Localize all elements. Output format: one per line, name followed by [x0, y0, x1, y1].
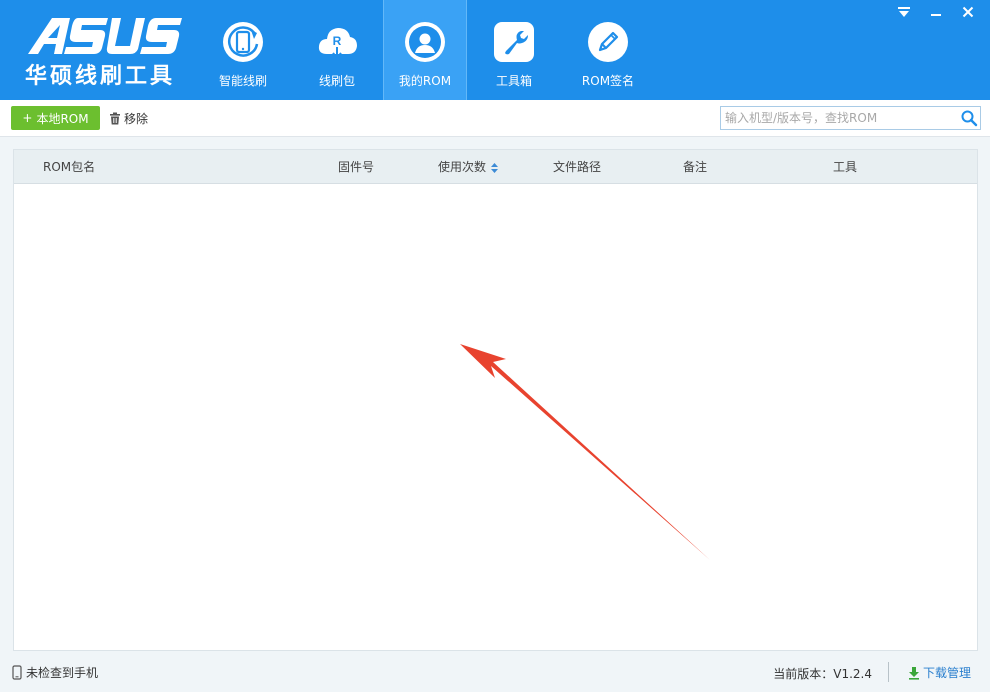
menu-button[interactable]	[890, 3, 918, 21]
toolbar: + 本地ROM 移除	[0, 100, 990, 137]
column-firmware[interactable]: 固件号	[338, 150, 374, 184]
column-usage-count[interactable]: 使用次数	[438, 150, 499, 184]
version-info: 当前版本：V1.2.4	[773, 665, 872, 682]
status-divider	[888, 662, 889, 682]
column-notes[interactable]: 备注	[683, 150, 707, 184]
search-icon[interactable]	[960, 109, 978, 127]
status-bar: 未检查到手机 当前版本：V1.2.4 下载管理	[0, 656, 990, 692]
column-rom-name[interactable]: ROM包名	[43, 150, 95, 184]
pencil-icon	[588, 22, 628, 62]
nav-label: 我的ROM	[398, 74, 452, 88]
sort-icon[interactable]	[490, 162, 499, 174]
add-local-rom-label: 本地ROM	[36, 111, 89, 126]
nav-smart-flash[interactable]: 智能线刷	[196, 0, 290, 100]
download-icon	[909, 666, 919, 680]
content-area: ROM包名 固件号 使用次数 文件路径 备注 工具	[0, 137, 990, 656]
main-nav: 智能线刷 R 线刷包 我的ROM 工具箱 ROM签名	[196, 0, 655, 100]
table-header: ROM包名 固件号 使用次数 文件路径 备注 工具	[14, 150, 977, 184]
add-local-rom-button[interactable]: + 本地ROM	[11, 106, 100, 130]
asus-logo: 华硕线刷工具	[22, 16, 192, 89]
search-input[interactable]	[721, 107, 957, 129]
device-status: 未检查到手机	[12, 664, 98, 681]
column-tools[interactable]: 工具	[833, 150, 857, 184]
nav-my-rom[interactable]: 我的ROM	[383, 0, 467, 100]
cloud-download-icon: R	[318, 28, 357, 60]
version-label: 当前版本：	[773, 667, 834, 681]
app-title: 华硕线刷工具	[25, 64, 176, 89]
search-box	[720, 106, 981, 130]
close-icon	[962, 6, 974, 18]
minimize-icon	[931, 14, 941, 16]
plus-icon: +	[22, 111, 33, 125]
annotation-arrow	[460, 344, 710, 560]
column-file-path[interactable]: 文件路径	[553, 150, 601, 184]
minimize-button[interactable]	[922, 3, 950, 21]
menu-dropdown-icon	[898, 7, 910, 17]
trash-icon	[110, 112, 120, 124]
nav-toolbox[interactable]: 工具箱	[467, 0, 561, 100]
nav-label: 智能线刷	[218, 74, 267, 88]
wrench-icon	[494, 22, 534, 62]
nav-flash-package[interactable]: R 线刷包	[290, 0, 384, 100]
nav-rom-sign[interactable]: ROM签名	[561, 0, 655, 100]
close-button[interactable]	[954, 3, 982, 21]
app-header: 华硕线刷工具 智能线刷 R 线刷包 我的ROM 工具箱 ROM签名	[0, 0, 990, 100]
remove-label: 移除	[124, 111, 149, 126]
user-icon	[405, 22, 445, 62]
asus-logo-mark	[28, 18, 182, 54]
remove-button[interactable]: 移除	[109, 108, 148, 128]
phone-icon	[12, 665, 22, 680]
annotation-arrow-shape	[460, 344, 710, 560]
download-manager-label: 下载管理	[923, 666, 972, 680]
window-controls	[890, 3, 982, 21]
device-status-text: 未检查到手机	[26, 666, 99, 680]
svg-text:R: R	[333, 34, 342, 48]
version-value: V1.2.4	[833, 667, 872, 681]
column-usage-count-label: 使用次数	[438, 160, 487, 174]
nav-label: ROM签名	[581, 74, 635, 88]
download-manager-button[interactable]: 下载管理	[908, 664, 971, 681]
nav-label: 线刷包	[318, 74, 355, 88]
rom-table: ROM包名 固件号 使用次数 文件路径 备注 工具	[13, 149, 978, 651]
table-body	[14, 185, 977, 650]
nav-label: 工具箱	[495, 74, 532, 88]
phone-refresh-icon	[223, 22, 263, 62]
